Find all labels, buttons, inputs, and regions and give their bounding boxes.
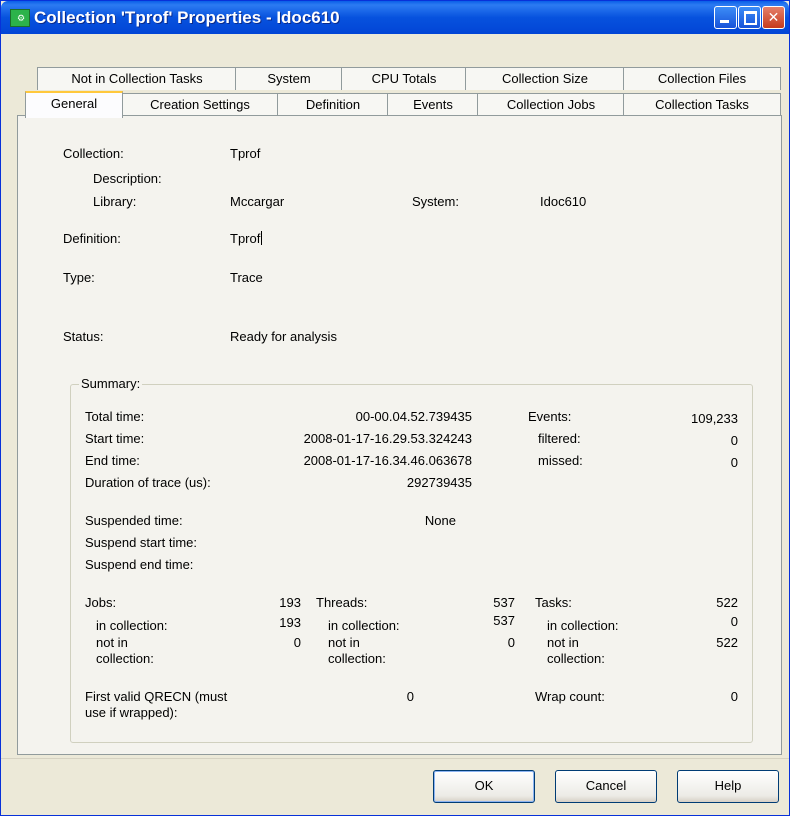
- definition-label: Definition:: [63, 231, 121, 246]
- system-label: System:: [412, 194, 459, 209]
- threads-not-in-label-2: collection:: [328, 651, 386, 666]
- threads-label: Threads:: [316, 595, 368, 610]
- end-time-value: 2008-01-17-16.34.46.063678: [303, 453, 472, 468]
- definition-value[interactable]: Tprof: [230, 231, 263, 246]
- qrecn-label: First valid QRECN (must: [85, 689, 228, 704]
- window-title: Collection 'Tprof' Properties - Idoc610: [34, 8, 340, 27]
- tab-cpu-totals[interactable]: CPU Totals: [341, 67, 467, 90]
- start-time-label: Start time:: [85, 431, 145, 446]
- summary-legend: Summary:: [79, 376, 143, 391]
- suspended-value: None: [424, 513, 456, 528]
- title-bar[interactable]: ⚙ Collection 'Tprof' Properties - Idoc61…: [1, 1, 789, 34]
- filtered-value: 0: [730, 433, 738, 448]
- qrecn-label-2: use if wrapped):: [85, 705, 178, 720]
- wrap-count-value: 0: [730, 689, 738, 704]
- threads-in-collection-value: 537: [493, 613, 515, 628]
- tasks-label: Tasks:: [535, 595, 572, 610]
- status-label: Status:: [63, 329, 104, 344]
- jobs-in-collection-value: 193: [279, 615, 301, 630]
- threads-not-in-label: not in: [328, 635, 360, 650]
- tasks-in-collection-label: in collection:: [547, 618, 619, 633]
- threads-value: 537: [493, 595, 515, 610]
- tab-collection-tasks[interactable]: Collection Tasks: [623, 93, 781, 116]
- total-time-value: 00-00.04.52.739435: [355, 409, 472, 424]
- end-time-label: End time:: [85, 453, 140, 468]
- tasks-not-in-label-2: collection:: [547, 651, 605, 666]
- system-value: Idoc610: [540, 194, 587, 209]
- tab-definition[interactable]: Definition: [277, 93, 389, 116]
- suspended-label: Suspended time:: [85, 513, 183, 528]
- summary-groupbox: Summary: Total time: 00-00.04.52.739435 …: [70, 376, 753, 743]
- duration-label: Duration of trace (us):: [85, 475, 211, 490]
- total-time-label: Total time:: [85, 409, 145, 424]
- missed-label: missed:: [538, 453, 583, 468]
- missed-value: 0: [730, 455, 738, 470]
- tasks-not-in-label: not in: [547, 635, 579, 650]
- tab-events[interactable]: Events: [387, 93, 479, 116]
- type-value: Trace: [230, 270, 263, 285]
- minimize-icon: [720, 20, 729, 23]
- properties-dialog: ⚙ Collection 'Tprof' Properties - Idoc61…: [0, 0, 790, 816]
- tasks-not-in-value: 522: [716, 635, 738, 650]
- tab-not-in-collection-tasks[interactable]: Not in Collection Tasks: [37, 67, 237, 90]
- general-tab-panel: Collection: Tprof Description: Library: …: [17, 115, 782, 755]
- library-label: Library:: [93, 194, 137, 209]
- tab-collection-size[interactable]: Collection Size: [465, 67, 625, 90]
- button-bar-separator: [1, 758, 789, 759]
- maximize-button[interactable]: [738, 6, 761, 29]
- tab-creation-settings[interactable]: Creation Settings: [121, 93, 279, 116]
- tab-general[interactable]: General: [25, 91, 123, 118]
- jobs-not-in-label-2: collection:: [96, 651, 154, 666]
- minimize-button[interactable]: [714, 6, 737, 29]
- jobs-not-in-label: not in: [96, 635, 128, 650]
- filtered-label: filtered:: [538, 431, 581, 446]
- jobs-in-collection-label: in collection:: [96, 618, 168, 633]
- type-label: Type:: [63, 270, 95, 285]
- threads-in-collection-label: in collection:: [328, 618, 400, 633]
- suspend-start-label: Suspend start time:: [85, 535, 197, 550]
- collection-label: Collection:: [63, 146, 124, 161]
- library-value: Mccargar: [230, 194, 285, 209]
- jobs-label: Jobs:: [85, 595, 117, 610]
- tab-system[interactable]: System: [235, 67, 343, 90]
- jobs-not-in-value: 0: [293, 635, 301, 650]
- collection-value: Tprof: [230, 146, 261, 161]
- ok-button[interactable]: OK: [433, 770, 535, 803]
- text-caret: [261, 231, 263, 245]
- maximize-icon: [744, 11, 757, 25]
- tasks-in-collection-value: 0: [730, 614, 738, 629]
- wrap-count-label: Wrap count:: [535, 689, 605, 704]
- events-value: 109,233: [691, 411, 738, 426]
- tasks-value: 522: [716, 595, 738, 610]
- help-button[interactable]: Help: [677, 770, 779, 803]
- events-label: Events:: [528, 409, 572, 424]
- status-value: Ready for analysis: [230, 329, 337, 344]
- description-label: Description:: [93, 171, 162, 186]
- start-time-value: 2008-01-17-16.29.53.324243: [303, 431, 472, 446]
- collection-icon: ⚙: [10, 9, 30, 27]
- qrecn-value: 0: [406, 689, 414, 704]
- close-icon: ✕: [767, 9, 780, 25]
- jobs-value: 193: [279, 595, 301, 610]
- tab-collection-jobs[interactable]: Collection Jobs: [477, 93, 625, 116]
- close-button[interactable]: ✕: [762, 6, 785, 29]
- suspend-end-label: Suspend end time:: [85, 557, 194, 572]
- duration-value: 292739435: [406, 475, 472, 490]
- cancel-button[interactable]: Cancel: [555, 770, 657, 803]
- threads-not-in-value: 0: [507, 635, 515, 650]
- tab-collection-files[interactable]: Collection Files: [623, 67, 781, 90]
